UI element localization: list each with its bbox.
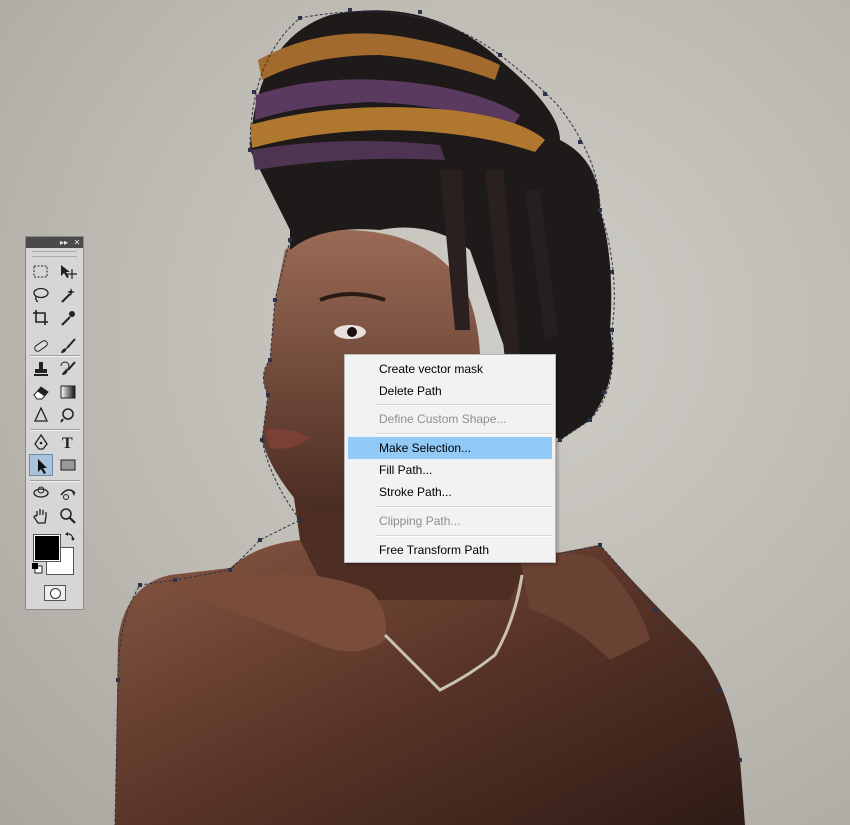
gradient-icon [60,385,76,399]
eraser-icon [33,386,49,400]
history-brush-tool[interactable] [56,358,80,380]
panel-grip[interactable] [32,251,77,257]
menu-item-define-custom-shape: Define Custom Shape... [379,412,507,426]
menu-separator [376,535,552,537]
type-icon: T [62,435,73,451]
menu-item-make-selection[interactable]: Make Selection... [348,437,552,459]
eyedropper-tool[interactable] [56,307,80,329]
clone-stamp-icon [34,362,48,376]
pen-icon [34,433,48,450]
eyedropper-icon [61,311,75,326]
3d-orbit-icon [60,489,76,500]
hand-tool[interactable] [29,505,53,527]
magic-wand-icon [61,288,75,303]
lasso-icon [33,287,49,303]
default-colors-icon[interactable] [31,562,43,574]
menu-item-stroke-path[interactable]: Stroke Path... [348,481,552,503]
move-tool[interactable] [56,261,80,283]
menu-item-clipping-path: Clipping Path... [379,514,461,528]
hand-icon [33,509,47,524]
tools-panel-titlebar[interactable]: ▸▸ ✕ [26,237,83,248]
3d-rotate-icon [33,486,49,498]
3d-orbit-tool[interactable] [56,482,80,504]
blur-tool[interactable] [29,404,53,426]
clone-stamp-tool[interactable] [29,358,53,380]
path-selection-icon [38,459,47,474]
lasso-tool[interactable] [29,284,53,306]
3d-rotate-tool[interactable] [29,482,53,504]
collapse-panel-icon[interactable]: ▸▸ [58,237,70,248]
tools-panel: ▸▸ ✕ T [25,236,84,610]
menu-item-free-transform-path[interactable]: Free Transform Path [348,539,552,561]
close-panel-icon[interactable]: ✕ [71,237,83,248]
brush-tool[interactable] [56,335,80,357]
foreground-color-swatch[interactable] [33,534,61,562]
menu-item-fill-path[interactable]: Fill Path... [348,459,552,481]
quick-mask-button[interactable] [44,585,66,601]
move-icon [61,265,77,279]
rectangle-shape-icon [60,459,76,471]
rectangle-shape-tool[interactable] [56,454,80,476]
menu-separator [376,433,552,435]
pen-tool[interactable] [29,431,53,453]
menu-separator [376,506,552,508]
dodge-icon [60,408,74,423]
menu-item-create-vector-mask[interactable]: Create vector mask [348,358,552,380]
crop-icon [33,310,48,325]
svg-text:T: T [62,435,73,451]
swap-colors-icon[interactable] [64,531,76,543]
menu-item-delete-path[interactable]: Delete Path [348,380,552,402]
gradient-tool[interactable] [56,381,80,403]
brush-icon [61,338,76,353]
path-context-menu: Create vector mask Delete Path Define Cu… [344,354,556,563]
spot-healing-tool[interactable] [29,335,53,357]
history-brush-icon [60,361,76,375]
spot-healing-icon [34,340,48,352]
type-tool[interactable]: T [56,431,80,453]
path-selection-tool[interactable] [29,454,53,476]
dodge-tool[interactable] [56,404,80,426]
zoom-tool[interactable] [56,505,80,527]
menu-separator [376,404,552,406]
magic-wand-tool[interactable] [56,284,80,306]
crop-tool[interactable] [29,307,53,329]
eraser-tool[interactable] [29,381,53,403]
blur-icon [33,406,49,422]
zoom-icon [60,508,76,524]
rectangular-marquee-tool[interactable] [29,261,53,283]
rectangular-marquee-icon [33,265,48,278]
